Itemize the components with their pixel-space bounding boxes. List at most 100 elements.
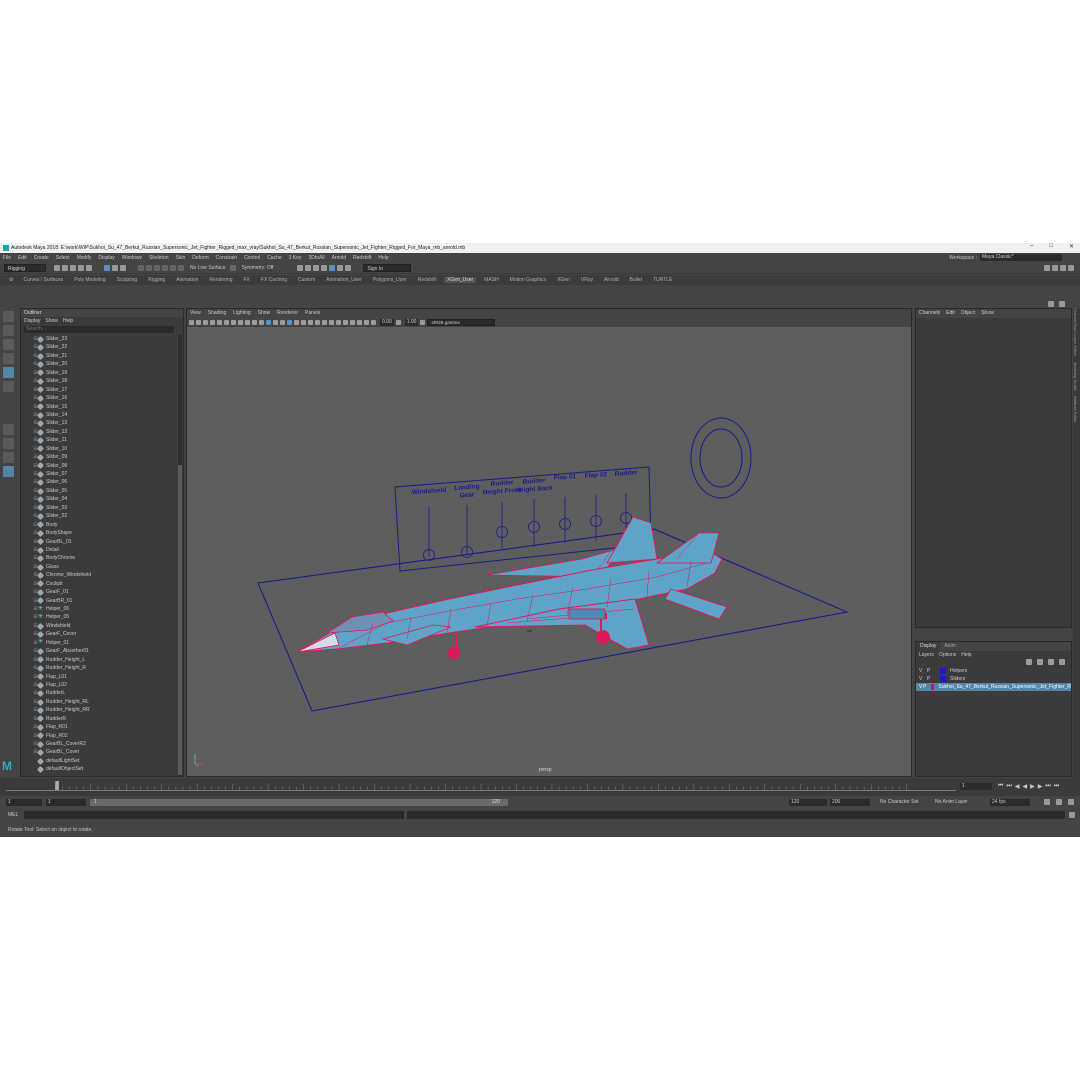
- outliner-item[interactable]: ⊞ Slider_17: [21, 386, 178, 394]
- layer-menu-help[interactable]: Help: [961, 652, 971, 658]
- layer-menu-layers[interactable]: Layers: [919, 652, 934, 658]
- scale-tool-icon[interactable]: [3, 381, 14, 392]
- outliner-item[interactable]: ⊟ Body: [21, 521, 178, 529]
- go-to-end-icon[interactable]: ⏭: [1054, 783, 1059, 790]
- play-backward-icon[interactable]: ◀: [1022, 783, 1027, 790]
- lasso-tool-icon[interactable]: [3, 325, 14, 336]
- outliner-item[interactable]: defaultLightSet: [21, 757, 178, 765]
- play-forward-icon[interactable]: ▶: [1030, 783, 1035, 790]
- layer-visibility-toggle[interactable]: V: [919, 675, 927, 683]
- shelf-tab-mash[interactable]: MASH: [481, 277, 501, 283]
- default-material-icon[interactable]: [280, 319, 285, 325]
- layer-visibility-toggle[interactable]: V: [919, 667, 927, 675]
- shelf-tab-custom[interactable]: Custom: [295, 277, 318, 283]
- command-language-label[interactable]: MEL: [8, 811, 18, 819]
- paint-select-tool-icon[interactable]: [3, 339, 14, 350]
- side-tab-channel-box-layer-editor[interactable]: Channel Box / Layer Editor: [1073, 308, 1078, 356]
- move-layer-up-icon[interactable]: [1026, 659, 1032, 665]
- outliner-item[interactable]: ⊞ Slider_09: [21, 453, 178, 461]
- outliner-item[interactable]: ⊞ Cockpit: [21, 580, 178, 588]
- outliner-item[interactable]: ⊞ Rudder_Height_RR: [21, 706, 178, 715]
- shelf-tab-curves-surfaces[interactable]: Curves / Surfaces: [20, 277, 66, 283]
- menu-help[interactable]: Help: [378, 255, 388, 261]
- move-tool-icon[interactable]: [3, 353, 14, 364]
- range-slider[interactable]: 1 120: [90, 799, 508, 806]
- textured-icon[interactable]: [294, 319, 299, 325]
- gate-mask-icon[interactable]: [238, 319, 243, 325]
- outliner-item[interactable]: ⊞ RudderL: [21, 689, 178, 698]
- move-layer-down-icon[interactable]: [1037, 659, 1043, 665]
- outliner-menu-show[interactable]: Show: [45, 318, 58, 324]
- menu-arnold[interactable]: Arnold: [332, 255, 346, 261]
- outliner-item[interactable]: ⊞ ✳ Helper_05: [21, 613, 178, 621]
- shelf-tab-bullet[interactable]: Bullet: [627, 277, 646, 283]
- channel-box-icon[interactable]: [1068, 264, 1074, 271]
- menuset-dropdown[interactable]: Rigging: [4, 263, 46, 272]
- menu-redshift[interactable]: Redshift: [353, 255, 371, 261]
- undo-icon[interactable]: [78, 264, 84, 271]
- menu-select[interactable]: Select: [56, 255, 70, 261]
- viewport-menu-renderer[interactable]: Renderer: [277, 309, 298, 317]
- menu-3-key[interactable]: 3 Key: [289, 255, 302, 261]
- shelf-tab-turtle[interactable]: TURTLE: [650, 277, 675, 283]
- channel-box-menu-object[interactable]: Object: [961, 310, 975, 316]
- outliner-item[interactable]: ⊞ Slider_07: [21, 470, 178, 478]
- layer-row[interactable]: V P Sukhoi_Su_47_Berkut_Russian_Supersonic…: [916, 683, 1071, 691]
- range-start-field[interactable]: 1: [46, 799, 86, 806]
- new-scene-icon[interactable]: [54, 264, 60, 271]
- snap-vertex-icon[interactable]: [178, 264, 184, 271]
- shelf-tab-vray[interactable]: VRay: [578, 277, 596, 283]
- color-management-icon[interactable]: [420, 319, 426, 325]
- wireframe-icon[interactable]: [266, 319, 271, 325]
- layer-menu-options[interactable]: Options: [939, 652, 956, 658]
- shelf-tab-animation-user[interactable]: Animation_User: [323, 277, 365, 283]
- gamma-field[interactable]: 1.00: [404, 318, 419, 326]
- camera-attributes-icon[interactable]: [196, 319, 201, 325]
- camera-select-icon[interactable]: [189, 319, 194, 325]
- outliner-item[interactable]: ⊞ Rudder_Height_L: [21, 656, 178, 664]
- ambient-occlusion-icon[interactable]: [315, 319, 320, 325]
- use-all-lights-icon[interactable]: [301, 319, 306, 325]
- outliner-item[interactable]: ⊞ BodyChrome: [21, 554, 178, 563]
- outliner-item[interactable]: ⊞ Slider_04: [21, 495, 178, 504]
- range-slider-handle[interactable]: 1 120: [90, 799, 508, 806]
- single-perspective-layout-icon[interactable]: [3, 424, 14, 435]
- close-icon[interactable]: ✕: [1069, 243, 1074, 250]
- step-forward-frame-icon[interactable]: ▶: [1038, 783, 1043, 790]
- outliner-item[interactable]: ⊞ GearBR_01: [21, 597, 178, 605]
- outliner-menu-display[interactable]: Display: [24, 318, 40, 324]
- outliner-item[interactable]: ⊞ Slider_16: [21, 394, 178, 402]
- outliner-item[interactable]: ⊞ Slider_15: [21, 403, 178, 411]
- outliner-item[interactable]: ⊞ GearBL_01: [21, 538, 178, 546]
- viewport-menu-shading[interactable]: Shading: [208, 309, 226, 317]
- panel-options-icon[interactable]: [1059, 301, 1065, 307]
- workspace-dropdown[interactable]: Maya Classic*: [980, 254, 1062, 261]
- motion-blur-icon[interactable]: [322, 319, 327, 325]
- xray-joints-icon[interactable]: [364, 319, 369, 325]
- outliner-item[interactable]: ⊞ Slider_12: [21, 428, 178, 436]
- redo-icon[interactable]: [86, 264, 92, 271]
- playback-settings-icon[interactable]: [1056, 799, 1062, 805]
- jet-fighter-model[interactable]: [296, 516, 728, 659]
- select-object-icon[interactable]: [112, 264, 118, 271]
- arnold-render-icon[interactable]: [337, 264, 344, 271]
- color-space-dropdown[interactable]: sRGB gamma: [427, 318, 496, 326]
- outliner-item[interactable]: ⊞ Detail: [21, 546, 178, 554]
- outliner-item[interactable]: ⊞ Slider_06: [21, 478, 178, 487]
- field-chart-icon[interactable]: [245, 319, 250, 325]
- shelf-tab-arnold[interactable]: Arnold: [601, 277, 621, 283]
- viewport-menu-panels[interactable]: Panels: [305, 309, 320, 317]
- open-scene-icon[interactable]: [62, 264, 68, 271]
- step-back-frame-icon[interactable]: ◀: [1015, 783, 1020, 790]
- tool-settings-icon[interactable]: [1060, 264, 1066, 271]
- smooth-shade-icon[interactable]: [273, 319, 278, 325]
- outliner-item[interactable]: ⊞ Slider_10: [21, 445, 178, 453]
- menu-display[interactable]: Display: [98, 255, 114, 261]
- layer-row[interactable]: V P Sliders: [916, 675, 1071, 683]
- render-frame-icon[interactable]: [305, 264, 312, 271]
- shelf-gear-icon[interactable]: ⚙: [6, 277, 16, 283]
- shelf-tab-xgen[interactable]: XGen: [554, 277, 573, 283]
- outliner-item[interactable]: ⊞ GearBL_Cover: [21, 748, 178, 757]
- script-editor-icon[interactable]: [1069, 812, 1075, 818]
- outliner-item[interactable]: ⊞ Slider_22: [21, 343, 178, 352]
